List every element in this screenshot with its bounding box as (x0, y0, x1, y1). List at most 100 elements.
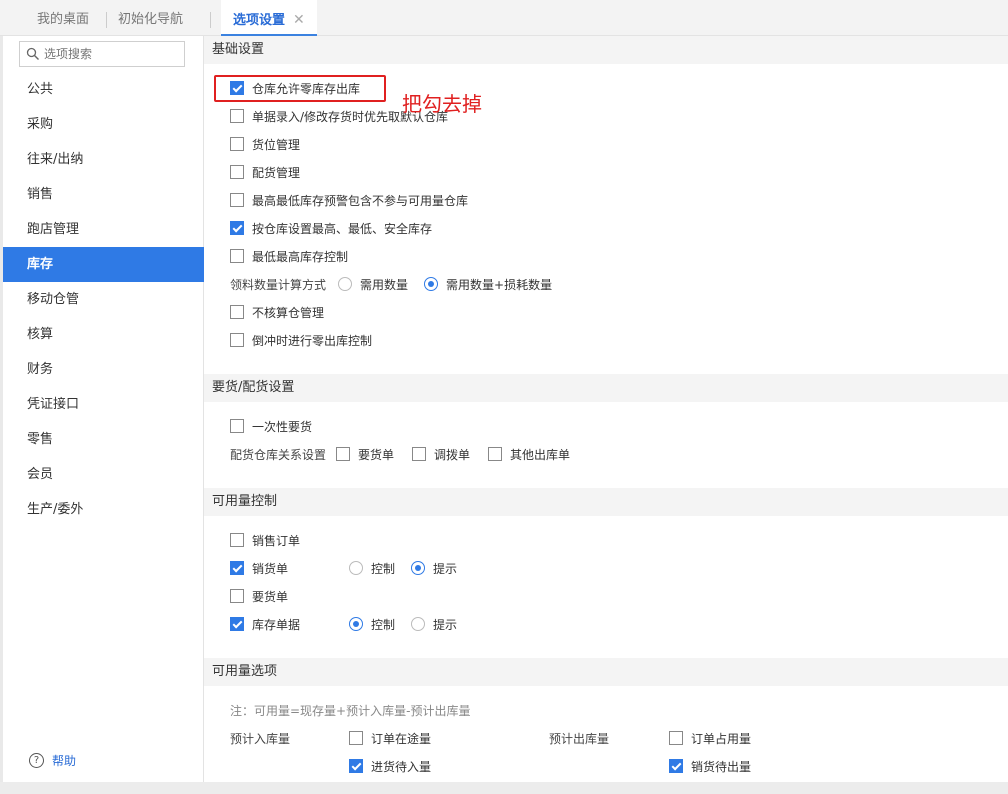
relation-label: 配货仓库关系设置 (230, 447, 327, 462)
option-sales-order[interactable]: 销售订单 (230, 530, 300, 550)
checkbox-transfer-order[interactable] (412, 447, 427, 461)
checkbox[interactable] (230, 419, 244, 433)
option-label: 调拨单 (434, 447, 471, 462)
option-label: 按仓库设置最高、最低、安全库存 (252, 221, 433, 236)
radio-hint[interactable] (411, 617, 426, 631)
option-order-occupied[interactable]: 订单占用量 (669, 728, 751, 748)
checkbox[interactable] (230, 617, 244, 631)
radio-label: 提示 (433, 561, 458, 576)
option-inventory-docs[interactable]: 库存单据 控制 提示 (230, 614, 457, 634)
checkbox[interactable] (230, 305, 244, 319)
option-label: 进货待入量 (371, 759, 432, 774)
sidebar-item-mobile-warehouse[interactable]: 移动仓管 (3, 282, 204, 317)
sidebar-item-purchase[interactable]: 采购 (3, 107, 204, 142)
sidebar-item-finance[interactable]: 财务 (3, 352, 204, 387)
sidebar-item-accounting[interactable]: 核算 (3, 317, 204, 352)
note-text: 注：可用量=现存量+预计入库量-预计出库量 (230, 703, 471, 718)
option-label: 销货待出量 (691, 759, 752, 774)
option-no-accounting-warehouse[interactable]: 不核算仓管理 (230, 302, 324, 322)
tab-options-label: 选项设置 (233, 13, 286, 28)
checkbox[interactable] (230, 193, 244, 207)
option-label: 货位管理 (252, 137, 301, 152)
radio-control[interactable] (349, 561, 363, 575)
sidebar-item-voucher[interactable]: 凭证接口 (3, 387, 204, 422)
option-label: 一次性要货 (252, 419, 313, 434)
sidebar-item-accounts[interactable]: 往来/出纳 (3, 142, 204, 177)
option-backflush-control[interactable]: 倒冲时进行零出库控制 (230, 330, 372, 350)
section-basic-title: 基础设置 (204, 36, 1008, 64)
sidebar-item-inventory[interactable]: 库存 (3, 247, 204, 282)
search-icon (26, 47, 39, 60)
option-stock-alert[interactable]: 最高最低库存预警包含不参与可用量仓库 (230, 190, 468, 210)
option-warehouse-stock-levels[interactable]: 按仓库设置最高、最低、安全库存 (230, 218, 432, 238)
tab-divider (210, 12, 211, 28)
option-label: 库存单据 (252, 617, 301, 632)
search-box[interactable] (19, 41, 185, 67)
checkbox[interactable] (230, 333, 244, 347)
checkbox[interactable] (230, 249, 244, 263)
sidebar-item-production[interactable]: 生产/委外 (3, 492, 204, 527)
avail-formula-note: 注：可用量=现存量+预计入库量-预计出库量 (230, 700, 470, 720)
checkbox[interactable] (349, 731, 363, 745)
option-sales-delivery[interactable]: 销货单 控制 提示 (230, 558, 457, 578)
close-icon[interactable]: ✕ (293, 12, 305, 28)
checkbox[interactable] (230, 137, 244, 151)
checkbox[interactable] (230, 221, 244, 235)
radio-label: 需用数量 (360, 277, 409, 292)
tab-my-desktop[interactable]: 我的桌面 (37, 0, 89, 36)
annotation-highlight-box (214, 75, 386, 102)
option-label: 销货单 (252, 561, 289, 576)
option-label: 配货管理 (252, 165, 301, 180)
options-panel: 基础设置 仓库允许零库存出库 单据录入/修改存货时优先取默认仓库 货位管理 配货… (204, 36, 1008, 782)
option-label: 最低最高库存控制 (252, 249, 349, 264)
help-icon: ? (29, 753, 44, 768)
radio-hint[interactable] (411, 561, 426, 575)
option-min-max-control[interactable]: 最低最高库存控制 (230, 246, 348, 266)
checkbox[interactable] (230, 109, 244, 123)
sidebar-item-sales[interactable]: 销售 (3, 177, 204, 212)
checkbox[interactable] (230, 561, 244, 575)
radio-required-qty[interactable] (338, 277, 353, 291)
sidebar-item-retail[interactable]: 零售 (3, 422, 204, 457)
radio-required-plus-loss[interactable] (424, 277, 439, 291)
checkbox[interactable] (230, 533, 244, 547)
checkbox-requisition-order[interactable] (336, 447, 351, 461)
section-requisition-title: 要货/配货设置 (204, 374, 1008, 402)
checkbox-other-outbound[interactable] (488, 447, 503, 461)
checkbox[interactable] (230, 589, 244, 603)
checkbox[interactable] (230, 165, 244, 179)
radio-label: 控制 (371, 617, 396, 632)
checkbox[interactable] (349, 759, 363, 773)
checkbox[interactable] (669, 759, 683, 773)
option-label: 订单占用量 (691, 731, 752, 746)
help-link[interactable]: ? 帮助 (29, 752, 76, 769)
outgoing-label: 预计出库量 (549, 728, 609, 748)
option-material-calc: 领料数量计算方式 需用数量 需用数量+损耗数量 (230, 274, 552, 294)
option-label: 要货单 (252, 589, 289, 604)
incoming-label-text: 预计入库量 (230, 731, 291, 746)
option-label: 销售订单 (252, 533, 301, 548)
option-one-time-requisition[interactable]: 一次性要货 (230, 416, 312, 436)
search-input[interactable] (44, 45, 180, 63)
option-order-in-transit[interactable]: 订单在途量 (349, 728, 431, 748)
option-label: 订单在途量 (371, 731, 432, 746)
sidebar-item-member[interactable]: 会员 (3, 457, 204, 492)
option-label: 最高最低库存预警包含不参与可用量仓库 (252, 193, 469, 208)
tab-bar: 我的桌面 初始化导航 选项设置 ✕ (0, 0, 1008, 36)
option-sales-pending-out[interactable]: 销货待出量 (669, 756, 751, 776)
annotation-text: 把勾去掉 (402, 92, 482, 116)
tab-divider (106, 12, 107, 28)
option-label: 不核算仓管理 (252, 305, 325, 320)
incoming-label: 预计入库量 (230, 728, 290, 748)
sidebar: 公共 采购 往来/出纳 销售 跑店管理 库存 移动仓管 核算 财务 凭证接口 零… (0, 36, 204, 782)
sidebar-item-public[interactable]: 公共 (3, 72, 204, 107)
tab-init-nav[interactable]: 初始化导航 (118, 0, 183, 36)
option-location-mgmt[interactable]: 货位管理 (230, 134, 300, 154)
checkbox[interactable] (669, 731, 683, 745)
option-purchase-pending-in[interactable]: 进货待入量 (349, 756, 431, 776)
tab-options-settings[interactable]: 选项设置 ✕ (221, 0, 317, 36)
option-distribution-mgmt[interactable]: 配货管理 (230, 162, 300, 182)
sidebar-item-store-visit[interactable]: 跑店管理 (3, 212, 204, 247)
option-requisition-order[interactable]: 要货单 (230, 586, 288, 606)
radio-control[interactable] (349, 617, 363, 631)
